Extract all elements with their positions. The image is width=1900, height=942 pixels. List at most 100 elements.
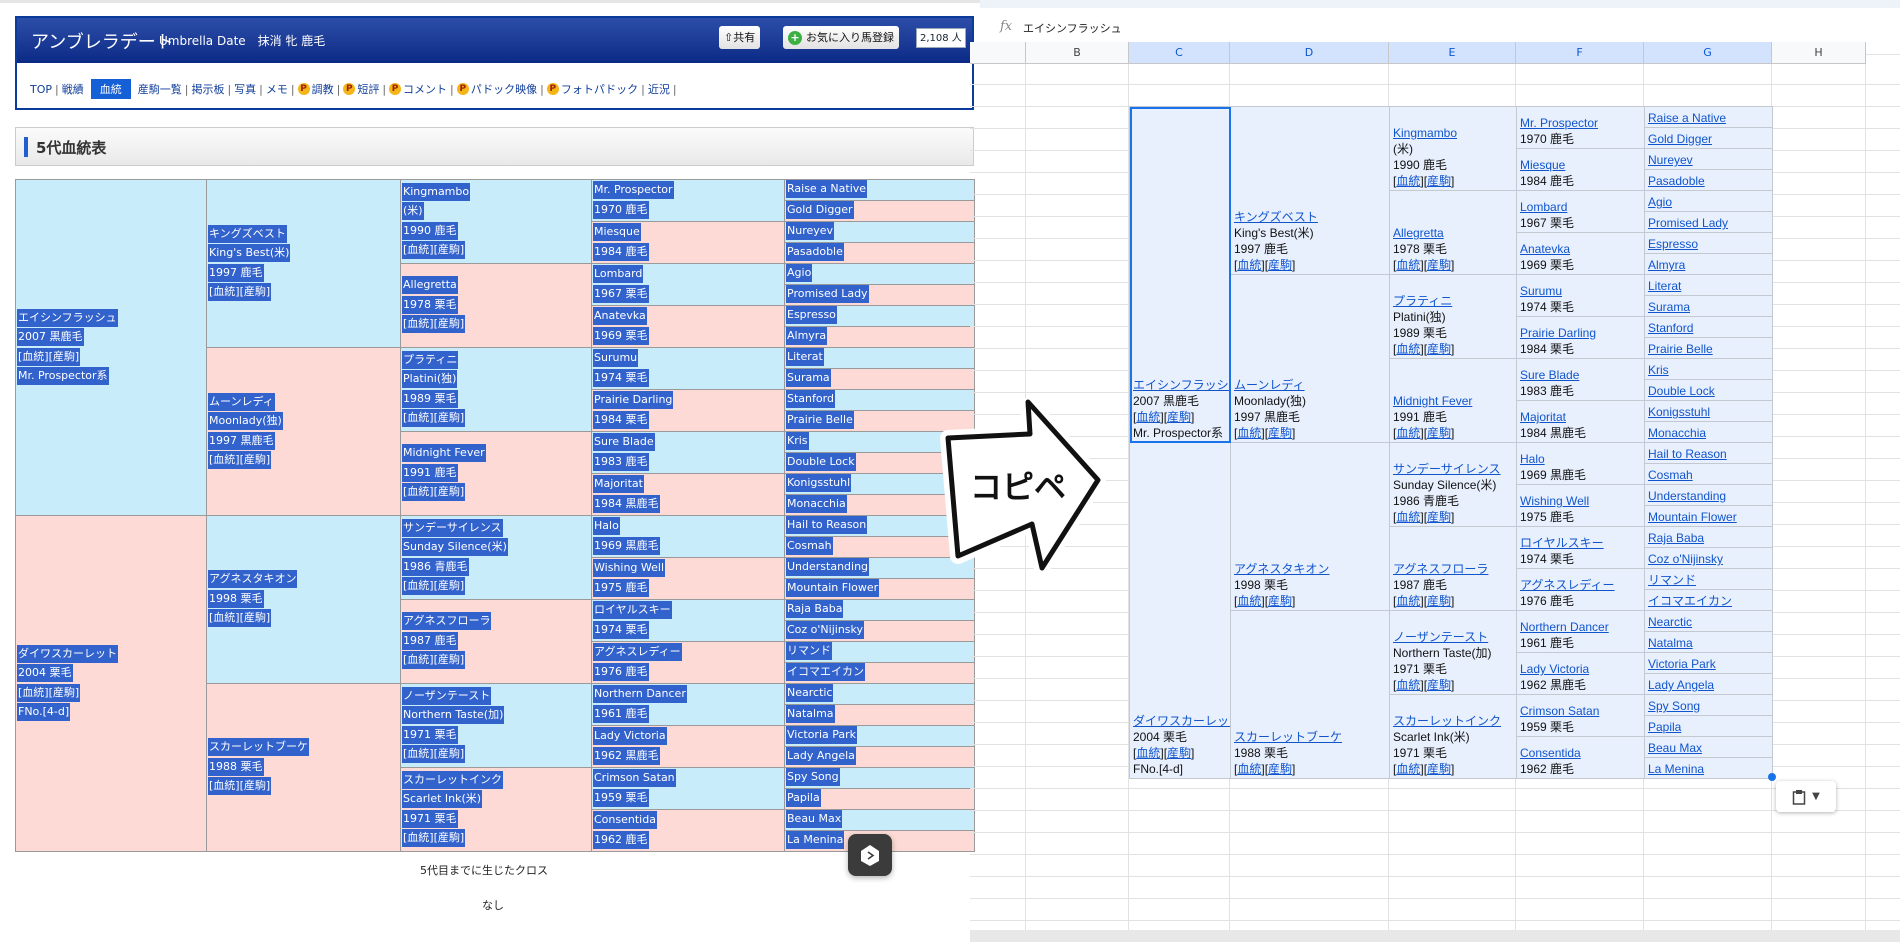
horse-name[interactable]: Papila: [786, 789, 821, 808]
horse-name[interactable]: Understanding: [786, 558, 870, 577]
horse-name[interactable]: キングズベスト: [208, 224, 287, 243]
horse-name-link[interactable]: アグネスフローラ: [1393, 562, 1488, 576]
sheet-cell-gen5[interactable]: Stanford: [1644, 316, 1773, 338]
column-header-h[interactable]: H: [1772, 42, 1866, 64]
pedigree-link[interactable]: 血統: [1237, 762, 1261, 776]
sheet-cell-gen5[interactable]: Nearctic: [1644, 610, 1773, 632]
nav-item[interactable]: 戦績: [59, 81, 87, 97]
horse-name-link[interactable]: Agio: [1648, 195, 1672, 209]
floating-extension-button[interactable]: [848, 834, 892, 876]
column-header-f[interactable]: F: [1516, 42, 1644, 64]
sheet-cell-gen5[interactable]: Double Lock: [1644, 379, 1773, 401]
horse-name[interactable]: Gold Digger: [786, 201, 854, 220]
offspring-link[interactable]: 産駒: [1167, 746, 1191, 760]
horse-name-link[interactable]: Coz o'Nijinsky: [1648, 552, 1723, 566]
horse-name-link[interactable]: エイシンフラッシュ: [1133, 378, 1230, 392]
sheet-cell-gen4[interactable]: Majoritat 1984 黒鹿毛: [1516, 400, 1645, 443]
sheet-cell-gen5[interactable]: Kris: [1644, 358, 1773, 380]
pedigree-links[interactable]: [血統][産駒]: [402, 829, 466, 847]
horse-name[interactable]: La Menina: [786, 831, 845, 850]
horse-name-link[interactable]: Literat: [1648, 279, 1681, 293]
sheet-cell-gen5[interactable]: リマンド: [1644, 568, 1773, 590]
horse-name-link[interactable]: Stanford: [1648, 321, 1693, 335]
horse-name[interactable]: Agio: [786, 264, 813, 283]
sheet-cell-gen3[interactable]: サンデーサイレンス Sunday Silence(米) 1986 青鹿毛 [血統][産…: [1389, 442, 1517, 527]
offspring-link[interactable]: 産駒: [1427, 174, 1451, 188]
sheet-cell-gen5[interactable]: Papila: [1644, 715, 1773, 737]
horse-name-link[interactable]: アグネスタキオン: [1234, 562, 1329, 576]
pedigree-link[interactable]: 血統: [22, 686, 44, 699]
sheet-cell-gen5[interactable]: Nureyev: [1644, 148, 1773, 170]
pedigree-link[interactable]: 血統: [1396, 342, 1420, 356]
horse-name-link[interactable]: Sure Blade: [1520, 368, 1579, 382]
horse-name[interactable]: Raja Baba: [786, 600, 844, 619]
pedigree-links[interactable]: [血統][産駒]: [402, 315, 466, 334]
sheet-cell-gen2[interactable]: ムーンレディ Moonlady(独) 1997 黒鹿毛 [血統][産駒]: [1230, 274, 1390, 443]
nav-item[interactable]: P コメント: [386, 81, 450, 97]
sheet-cell-gen2[interactable]: アグネスタキオン 1998 栗毛 [血統][産駒]: [1230, 442, 1390, 611]
column-header-e[interactable]: E: [1389, 42, 1516, 64]
horse-name[interactable]: Midnight Fever: [402, 444, 486, 463]
horse-name[interactable]: Prairie Belle: [786, 411, 854, 430]
sheet-cell-gen4[interactable]: Wishing Well 1975 鹿毛: [1516, 484, 1645, 527]
horse-name[interactable]: ロイヤルスキー: [593, 601, 672, 619]
horse-name[interactable]: Kingmambo: [402, 182, 471, 201]
nav-item[interactable]: P 調教: [295, 81, 337, 97]
sheet-cell-gen3[interactable]: Midnight Fever 1991 鹿毛 [血統][産駒]: [1389, 358, 1517, 443]
horse-name-link[interactable]: Nearctic: [1648, 615, 1692, 629]
nav-item[interactable]: 掲示板: [188, 81, 227, 97]
offspring-link[interactable]: 産駒: [1427, 342, 1451, 356]
horse-name-link[interactable]: Gold Digger: [1648, 132, 1712, 146]
horse-name[interactable]: Halo: [593, 517, 620, 535]
horse-name[interactable]: Promised Lady: [786, 285, 869, 304]
offspring-link[interactable]: 産駒: [438, 579, 460, 592]
horse-name[interactable]: Almyra: [786, 327, 828, 346]
column-header-b[interactable]: B: [1026, 42, 1129, 64]
horse-name-link[interactable]: Double Lock: [1648, 384, 1715, 398]
nav-item[interactable]: メモ: [263, 81, 291, 97]
horse-name-link[interactable]: Hail to Reason: [1648, 447, 1727, 461]
horse-name-link[interactable]: リマンド: [1648, 573, 1696, 587]
horse-name-link[interactable]: Allegretta: [1393, 226, 1444, 240]
horizontal-scrollbar[interactable]: [970, 930, 1900, 942]
horse-name-link[interactable]: Espresso: [1648, 237, 1698, 251]
sheet-cell-gen5[interactable]: Prairie Belle: [1644, 337, 1773, 359]
horse-name-link[interactable]: Beau Max: [1648, 741, 1702, 755]
horse-name[interactable]: Surama: [786, 369, 831, 388]
offspring-link[interactable]: 産駒: [53, 350, 75, 363]
pedigree-links[interactable]: [血統][産駒]: [208, 283, 272, 301]
column-header-g[interactable]: G: [1644, 42, 1772, 64]
horse-name-link[interactable]: Cosmah: [1648, 468, 1693, 482]
pedigree-link[interactable]: 血統: [407, 485, 429, 498]
nav-item[interactable]: P パドック映像: [454, 81, 540, 97]
sheet-cell-gen5[interactable]: Natalma: [1644, 631, 1773, 653]
horse-name[interactable]: アグネスフローラ: [402, 612, 492, 631]
horse-name[interactable]: Nureyev: [786, 222, 835, 241]
sheet-cell-gen5[interactable]: Beau Max: [1644, 736, 1773, 758]
horse-name[interactable]: Spy Song: [786, 768, 840, 787]
horse-name-link[interactable]: Miesque: [1520, 158, 1565, 172]
horse-name[interactable]: リマンド: [786, 642, 832, 661]
horse-name-link[interactable]: Crimson Satan: [1520, 704, 1599, 718]
horse-name-link[interactable]: Lombard: [1520, 200, 1567, 214]
horse-name-link[interactable]: Surumu: [1520, 284, 1562, 298]
offspring-link[interactable]: 産駒: [438, 831, 460, 844]
horse-name[interactable]: プラティニ: [402, 350, 459, 369]
selection-fill-handle[interactable]: [1768, 773, 1776, 781]
pedigree-link[interactable]: 血統: [407, 317, 429, 330]
offspring-link[interactable]: 産駒: [244, 285, 266, 298]
horse-name-link[interactable]: イコマエイカン: [1648, 594, 1732, 608]
offspring-link[interactable]: 産駒: [1268, 426, 1292, 440]
horse-name[interactable]: Coz o'Nijinsky: [786, 621, 865, 640]
horse-name[interactable]: Lady Victoria: [593, 727, 667, 745]
horse-name[interactable]: Stanford: [786, 390, 835, 409]
sheet-cell-gen5[interactable]: Spy Song: [1644, 694, 1773, 716]
horse-name-link[interactable]: Monacchia: [1648, 426, 1706, 440]
offspring-link[interactable]: 産駒: [244, 611, 266, 624]
horse-name-link[interactable]: プラティニ: [1393, 294, 1452, 308]
column-header-d[interactable]: D: [1230, 42, 1389, 64]
sheet-cell-gen5[interactable]: Raise a Native: [1644, 106, 1773, 128]
pedigree-link[interactable]: 血統: [213, 779, 235, 792]
horse-name[interactable]: Northern Dancer: [593, 685, 687, 703]
horse-name-link[interactable]: Natalma: [1648, 636, 1693, 650]
